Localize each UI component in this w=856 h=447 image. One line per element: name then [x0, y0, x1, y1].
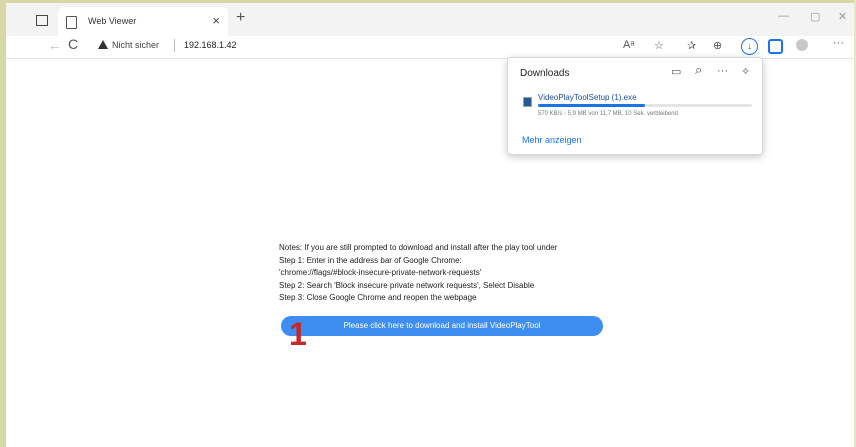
download-status: 570 KB/s - 5,9 MB von 11,7 MB, 10 Sek. v…	[538, 111, 678, 117]
back-button[interactable]: ←	[48, 37, 62, 53]
search-icon[interactable]: ⌕	[695, 62, 702, 78]
tab-close-icon[interactable]: ×	[212, 13, 220, 28]
notes-line: 'chrome://flags/#block-insecure-private-…	[279, 268, 482, 278]
new-tab-button[interactable]: +	[236, 9, 245, 27]
read-aloud-icon[interactable]: Aᵃ	[623, 39, 634, 51]
open-folder-icon[interactable]: ▭	[671, 65, 681, 78]
security-indicator[interactable]: Nicht sicher	[112, 40, 159, 50]
instructions-notes: Notes: If you are still prompted to down…	[279, 242, 557, 305]
notes-line: Step 1: Enter in the address bar of Goog…	[279, 255, 462, 265]
favorites-icon[interactable]: ✰	[687, 39, 696, 52]
tab-actions-icon[interactable]	[36, 15, 48, 26]
profile-avatar[interactable]	[796, 39, 808, 51]
tab-title: Web Viewer	[88, 16, 137, 26]
settings-more-button[interactable]: ···	[833, 37, 844, 49]
refresh-button[interactable]: C	[68, 36, 78, 52]
close-window-button[interactable]: ✕	[838, 10, 847, 23]
download-progress-bar	[538, 104, 752, 107]
more-options-icon[interactable]: ···	[717, 65, 728, 77]
warning-icon[interactable]	[98, 40, 108, 49]
collections-icon[interactable]: ⊕	[713, 39, 722, 52]
downloads-icon[interactable]: ↓	[741, 38, 758, 55]
download-file-name[interactable]: VideoPlayToolSetup (1).exe	[538, 93, 637, 102]
address-separator	[174, 39, 175, 52]
show-more-link[interactable]: Mehr anzeigen	[522, 135, 582, 145]
download-videoplaytool-button[interactable]: Please click here to download and instal…	[281, 316, 603, 336]
installer-file-icon	[523, 97, 532, 107]
downloads-panel: Downloads ▭ ⌕ ··· ✧ VideoPlayToolSetup (…	[507, 57, 763, 155]
annotation-number: 1	[289, 316, 307, 352]
tab-web-viewer[interactable]: Web Viewer ×	[58, 7, 228, 36]
notes-line: Notes: If you are still prompted to down…	[279, 243, 558, 252]
window-frame-left	[0, 0, 6, 447]
edge-bar-icon[interactable]	[768, 39, 783, 54]
add-favorite-icon[interactable]: ☆	[654, 39, 664, 52]
downloads-title: Downloads	[520, 68, 570, 79]
pin-icon[interactable]: ✧	[741, 65, 750, 78]
title-bar: Web Viewer × + — ▢ ✕	[6, 3, 854, 36]
page-favicon-icon	[66, 16, 77, 29]
minimize-button[interactable]: —	[778, 10, 789, 22]
notes-line: Step 3: Close Google Chrome and reopen t…	[279, 293, 477, 303]
maximize-button[interactable]: ▢	[810, 10, 820, 23]
notes-line: Step 2: Search 'Block insecure private n…	[279, 280, 535, 290]
address-bar-row: ← C Nicht sicher 192.168.1.42 Aᵃ ☆ ✰ ⊕ ↓…	[6, 36, 854, 59]
download-progress-fill	[538, 104, 645, 107]
url-input[interactable]: 192.168.1.42	[184, 40, 237, 50]
